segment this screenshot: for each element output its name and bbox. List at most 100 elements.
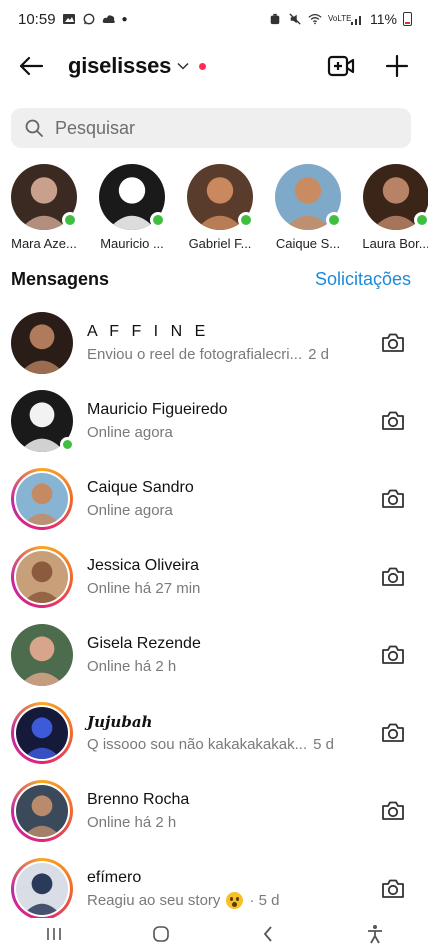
story-ring[interactable] [11, 702, 73, 764]
recents-button[interactable] [34, 920, 74, 948]
conversation-text: Caique Sandro Online agora [87, 479, 347, 519]
story-ring[interactable] [11, 468, 73, 530]
active-user-avatar-wrap [187, 164, 254, 230]
status-time: 10:59 [18, 10, 56, 28]
camera-icon [382, 723, 404, 742]
video-call-button[interactable] [324, 49, 358, 83]
conversation-last-message: Online agora [87, 424, 173, 441]
active-user-name: Mara Aze... [11, 236, 77, 251]
conversation-preview: Reagiu ao seu story · 5 d [87, 892, 347, 909]
nav-back-button[interactable] [248, 920, 288, 948]
astonished-emoji-icon [226, 892, 244, 909]
conversation-row[interactable]: Gisela Rezende Online há 2 h [0, 616, 428, 694]
back-button[interactable] [14, 49, 48, 83]
avatar [16, 707, 68, 759]
system-nav-bar [0, 918, 428, 950]
conversation-last-message: Q issooo sou não kakakakakak... [87, 736, 308, 753]
active-user-avatar-wrap [363, 164, 428, 230]
camera-button[interactable] [378, 874, 408, 904]
camera-button[interactable] [378, 562, 408, 592]
home-icon [152, 926, 169, 942]
avatar [16, 863, 68, 915]
conversation-name: Jujubah [87, 713, 153, 731]
conversation-row[interactable]: Jujubah Q issooo sou não kakakakakak... 5 … [0, 694, 428, 772]
conversation-avatar-wrap [11, 624, 73, 686]
active-user-name: Gabriel F... [188, 236, 252, 251]
conversation-avatar-wrap [11, 468, 73, 530]
battery-icon [403, 12, 412, 26]
conversation-row[interactable]: A F F I N E Enviou o reel de fotografiale… [0, 304, 428, 382]
story-ring[interactable] [11, 780, 73, 842]
conversation-text: Jujubah Q issooo sou não kakakakakak... 5 … [87, 713, 347, 753]
conversation-text: Jessica Oliveira Online há 27 min [87, 557, 347, 597]
conversation-name: Caique Sandro [87, 479, 194, 496]
active-user-item[interactable]: Laura Bor... [352, 164, 428, 256]
account-username: giselisses [68, 53, 172, 78]
active-user-item[interactable]: Mauricio ... [88, 164, 176, 256]
conversation-avatar-wrap [11, 546, 73, 608]
online-indicator [60, 437, 75, 452]
active-user-name: Laura Bor... [362, 236, 428, 251]
camera-button[interactable] [378, 796, 408, 826]
camera-icon [382, 801, 404, 820]
conversation-preview: Q issooo sou não kakakakakak... 5 d [87, 736, 347, 753]
active-user-avatar-wrap [275, 164, 342, 230]
conversation-time: 2 d [308, 346, 329, 363]
search-input[interactable] [55, 117, 375, 139]
camera-icon [382, 645, 404, 664]
online-indicator [150, 212, 166, 228]
chevron-down-icon [177, 62, 189, 70]
conversation-last-message: Online há 2 h [87, 658, 177, 675]
new-message-button[interactable] [380, 49, 414, 83]
conversation-avatar-wrap [11, 312, 73, 374]
alarm-icon [270, 13, 280, 25]
conversation-row[interactable]: efímero Reagiu ao seu story · 5 d [0, 850, 428, 928]
conversation-row[interactable]: Jessica Oliveira Online há 27 min [0, 538, 428, 616]
search-bar[interactable] [11, 108, 411, 148]
conversation-row[interactable]: Caique Sandro Online agora [0, 460, 428, 538]
accessibility-button[interactable] [355, 920, 395, 948]
camera-icon [382, 489, 404, 508]
header: giselisses [0, 44, 428, 88]
online-indicator [414, 212, 428, 228]
conversation-text: efímero Reagiu ao seu story · 5 d [87, 869, 347, 909]
active-user-avatar-wrap [99, 164, 166, 230]
active-user-item[interactable]: Caique S... [264, 164, 352, 256]
camera-icon [382, 411, 404, 430]
mute-icon [289, 13, 301, 25]
conversation-text: A F F I N E Enviou o reel de fotografiale… [87, 323, 347, 363]
conversation-name: Gisela Rezende [87, 635, 201, 652]
active-user-item[interactable]: Gabriel F... [176, 164, 264, 256]
camera-button[interactable] [378, 718, 408, 748]
active-user-item[interactable]: Mara Aze... [0, 164, 88, 256]
active-user-name: Caique S... [275, 236, 341, 251]
unread-dot [199, 62, 207, 70]
requests-link[interactable]: Solicitações [315, 269, 411, 290]
account-switcher[interactable]: giselisses [68, 53, 207, 79]
camera-button[interactable] [378, 484, 408, 514]
story-ring[interactable] [11, 546, 73, 608]
cloud-icon [102, 15, 115, 23]
conversation-name: Mauricio Figueiredo [87, 401, 228, 418]
search-icon [25, 119, 43, 137]
arrow-left-icon [19, 56, 44, 76]
camera-button[interactable] [378, 328, 408, 358]
message-list: A F F I N E Enviou o reel de fotografiale… [0, 304, 428, 928]
conversation-row[interactable]: Mauricio Figueiredo Online agora [0, 382, 428, 460]
online-indicator [326, 212, 342, 228]
conversation-preview: Online agora [87, 502, 347, 519]
conversation-name: efímero [87, 869, 142, 886]
conversation-preview: Online há 2 h [87, 658, 347, 675]
active-user-name: Mauricio ... [100, 236, 164, 251]
conversation-preview: Online há 2 h [87, 814, 347, 831]
home-button[interactable] [141, 920, 181, 948]
conversation-text: Mauricio Figueiredo Online agora [87, 401, 347, 441]
conversation-preview: Enviou o reel de fotografialecri... 2 d [87, 346, 347, 363]
conversation-name: Jessica Oliveira [87, 557, 200, 574]
conversation-last-message: Enviou o reel de fotografialecri... [87, 346, 303, 363]
recents-icon [46, 928, 61, 940]
camera-button[interactable] [378, 640, 408, 670]
conversation-row[interactable]: Brenno Rocha Online há 2 h [0, 772, 428, 850]
story-ring[interactable] [11, 858, 73, 920]
camera-button[interactable] [378, 406, 408, 436]
